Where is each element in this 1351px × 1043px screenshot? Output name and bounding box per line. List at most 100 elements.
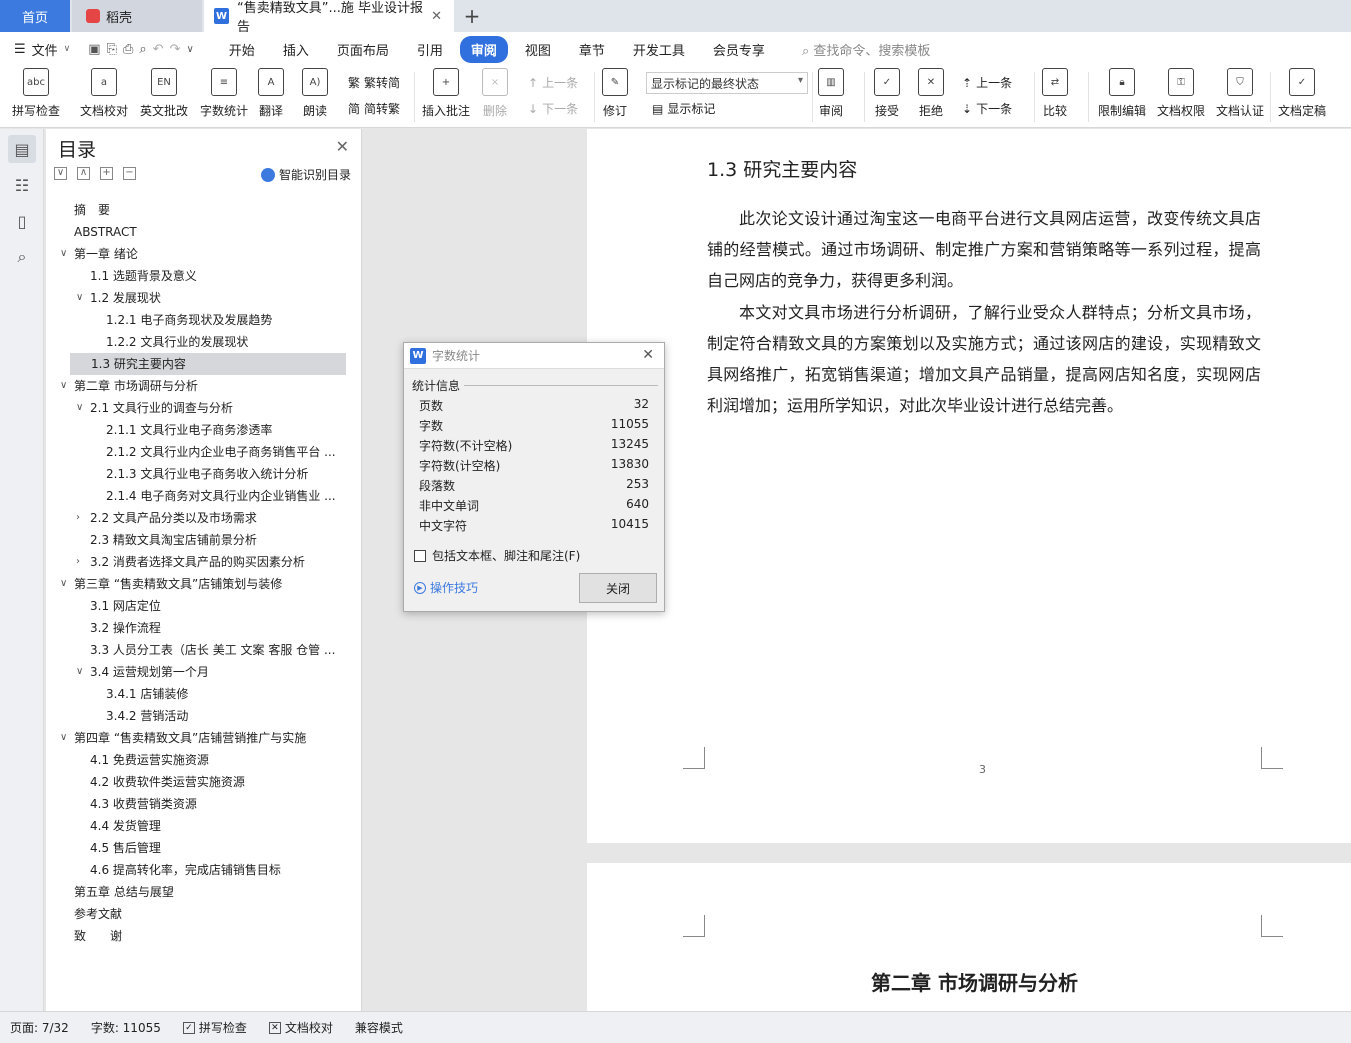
chevron-right-icon[interactable]: ›	[76, 551, 80, 573]
bookmark-icon[interactable]: ▯	[8, 207, 36, 235]
next-change-button[interactable]: ⇣ 下一条	[962, 100, 1012, 117]
tips-link[interactable]: ▶ 操作技巧	[414, 579, 478, 596]
close-icon[interactable]: ✕	[336, 137, 349, 156]
close-icon[interactable]: ✕	[642, 347, 654, 363]
toc-item[interactable]: ∨ 3.4 运营规划第一个月	[46, 661, 336, 683]
tab-document[interactable]: W “售卖精致文具”...施 毕业设计报告 ✕	[204, 0, 454, 35]
tab-home[interactable]: 首页	[0, 0, 70, 32]
preview-icon[interactable]: ⌕	[139, 42, 146, 57]
read-aloud-button[interactable]: A) 朗读	[302, 68, 328, 119]
toc-item[interactable]: 1.2.1 电子商务现状及发展趋势	[46, 309, 336, 331]
hamburger-icon[interactable]: ☰	[14, 42, 26, 57]
trad-to-simp-button[interactable]: 繁繁转简	[348, 74, 400, 91]
ribbon-tab[interactable]: 引用	[406, 36, 454, 63]
toc-item[interactable]: 3.4.2 营销活动	[46, 705, 336, 727]
new-tab-button[interactable]: +	[458, 0, 486, 32]
prev-comment-button[interactable]: ↑ 上一条	[528, 74, 578, 91]
smart-toc-button[interactable]: 智能识别目录	[260, 166, 351, 183]
toc-item[interactable]: › 3.2 消费者选择文具产品的购买因素分析	[46, 551, 336, 573]
toc-item[interactable]: ABSTRACT	[46, 221, 336, 243]
toc-item[interactable]: ∨ 1.2 发展现状	[46, 287, 336, 309]
toc-item[interactable]: 2.1.1 文具行业电子商务渗透率	[46, 419, 336, 441]
ribbon-tab[interactable]: 插入	[272, 36, 320, 63]
expand-up-icon[interactable]: ∧	[77, 167, 90, 180]
spellcheck-button[interactable]: abc 拼写检查	[12, 68, 60, 119]
chevron-down-icon[interactable]: ∨	[76, 397, 83, 419]
ribbon-tab[interactable]: 开始	[218, 36, 266, 63]
toc-item[interactable]: 2.1.2 文具行业内企业电子商务销售平台 ...	[46, 441, 336, 463]
ribbon-tab[interactable]: 视图	[514, 36, 562, 63]
close-button[interactable]: 关闭	[579, 573, 657, 603]
toc-nav-icon[interactable]: ▤	[8, 135, 36, 163]
toc-item[interactable]: ∨ 第四章 “售卖精致文具”店铺营销推广与实施	[46, 727, 336, 749]
ribbon-tab[interactable]: 页面布局	[326, 36, 400, 63]
toc-item[interactable]: 1.3 研究主要内容	[70, 353, 346, 375]
doc-auth-button[interactable]: ⛉ 文档认证	[1216, 68, 1264, 119]
review-pane-button[interactable]: ▥ 审阅	[818, 68, 844, 119]
tab-daoke[interactable]: 稻壳	[72, 0, 202, 32]
close-tab-icon[interactable]: ✕	[431, 9, 442, 24]
status-spellcheck[interactable]: ✓ 拼写检查	[173, 1019, 259, 1036]
show-markup-button[interactable]: ▤ 显示标记	[652, 100, 715, 117]
word-count-indicator[interactable]: 字数: 11055	[81, 1019, 173, 1036]
toc-item[interactable]: 1.2.2 文具行业的发展现状	[46, 331, 336, 353]
page-indicator[interactable]: 页面: 7/32	[0, 1019, 81, 1036]
save-icon[interactable]: ▣	[88, 42, 100, 57]
toc-item[interactable]: 2.3 精致文具淘宝店铺前景分析	[46, 529, 336, 551]
toc-item[interactable]: ∨ 第一章 绪论	[46, 243, 336, 265]
compare-button[interactable]: ⇄ 比较	[1042, 68, 1068, 119]
ribbon-tab[interactable]: 章节	[568, 36, 616, 63]
toc-item[interactable]: 摘 要	[46, 199, 336, 221]
command-search[interactable]: ⌕ 查找命令、搜索模板	[802, 40, 930, 59]
restrict-edit-button[interactable]: 🔒︎ 限制编辑	[1098, 68, 1146, 119]
word-count-button[interactable]: ≡ 字数统计	[200, 68, 248, 119]
english-review-button[interactable]: EN 英文批改	[140, 68, 188, 119]
toc-item[interactable]: 3.1 网店定位	[46, 595, 336, 617]
toc-item[interactable]: ∨ 第二章 市场调研与分析	[46, 375, 336, 397]
ribbon-tab[interactable]: 会员专享	[702, 36, 776, 63]
toc-item[interactable]: 2.1.4 电子商务对文具行业内企业销售业 ...	[46, 485, 336, 507]
simp-to-trad-button[interactable]: 简简转繁	[348, 100, 400, 117]
toc-item[interactable]: ∨ 2.1 文具行业的调查与分析	[46, 397, 336, 419]
proofread-button[interactable]: a 文档校对	[80, 68, 128, 119]
toc-item[interactable]: 4.4 发货管理	[46, 815, 336, 837]
toc-item[interactable]: 第五章 总结与展望	[46, 881, 336, 903]
toc-item[interactable]: 4.1 免费运营实施资源	[46, 749, 336, 771]
chapter-nav-icon[interactable]: ☷	[8, 171, 36, 199]
ribbon-tab[interactable]: 审阅	[459, 35, 508, 63]
toc-item[interactable]: › 2.2 文具产品分类以及市场需求	[46, 507, 336, 529]
include-textbox-checkbox[interactable]: 包括文本框、脚注和尾注(F)	[414, 547, 580, 564]
toc-item[interactable]: 4.5 售后管理	[46, 837, 336, 859]
chevron-down-icon[interactable]: ∨	[60, 375, 67, 397]
minus-icon[interactable]: −	[123, 167, 136, 180]
dialog-titlebar[interactable]: W 字数统计	[404, 343, 664, 369]
toc-item[interactable]: 4.2 收费软件类运营实施资源	[46, 771, 336, 793]
search-icon[interactable]: ⌕	[8, 243, 36, 271]
toc-item[interactable]: 3.3 人员分工表（店长 美工 文案 客服 仓管 ...	[46, 639, 336, 661]
toc-item[interactable]: 致 谢	[46, 925, 336, 947]
chevron-right-icon[interactable]: ›	[76, 507, 80, 529]
toc-item[interactable]: ∨ 第三章 “售卖精致文具”店铺策划与装修	[46, 573, 336, 595]
toc-item[interactable]: 参考文献	[46, 903, 336, 925]
chevron-down-icon[interactable]: ∨	[60, 573, 67, 595]
doc-rights-button[interactable]: ⚿ 文档权限	[1157, 68, 1205, 119]
chevron-down-icon[interactable]: ∨	[60, 243, 67, 265]
file-menu[interactable]: 文件	[32, 40, 58, 59]
ribbon-tab[interactable]: 开发工具	[622, 36, 696, 63]
track-changes-button[interactable]: ✎ 修订	[602, 68, 628, 119]
accept-button[interactable]: ✓ 接受	[874, 68, 900, 119]
reject-button[interactable]: ✕ 拒绝	[918, 68, 944, 119]
doc-finalize-button[interactable]: ✓ 文档定稿	[1278, 68, 1326, 119]
chevron-down-icon[interactable]: ∨	[76, 661, 83, 683]
toc-item[interactable]: 4.6 提高转化率，完成店铺销售目标	[46, 859, 336, 881]
redo-icon[interactable]: ↷	[170, 42, 181, 57]
chevron-down-icon[interactable]: ∨	[76, 287, 83, 309]
customize-icon[interactable]: ∨	[186, 44, 193, 55]
toc-item[interactable]: 2.1.3 文具行业电子商务收入统计分析	[46, 463, 336, 485]
toc-item[interactable]: 4.3 收费营销类资源	[46, 793, 336, 815]
insert-comment-button[interactable]: + 插入批注	[422, 68, 470, 119]
chevron-down-icon[interactable]: ∨	[60, 727, 67, 749]
undo-icon[interactable]: ↶	[153, 42, 164, 57]
plus-icon[interactable]: +	[100, 167, 113, 180]
checkbox-box[interactable]	[414, 549, 426, 562]
